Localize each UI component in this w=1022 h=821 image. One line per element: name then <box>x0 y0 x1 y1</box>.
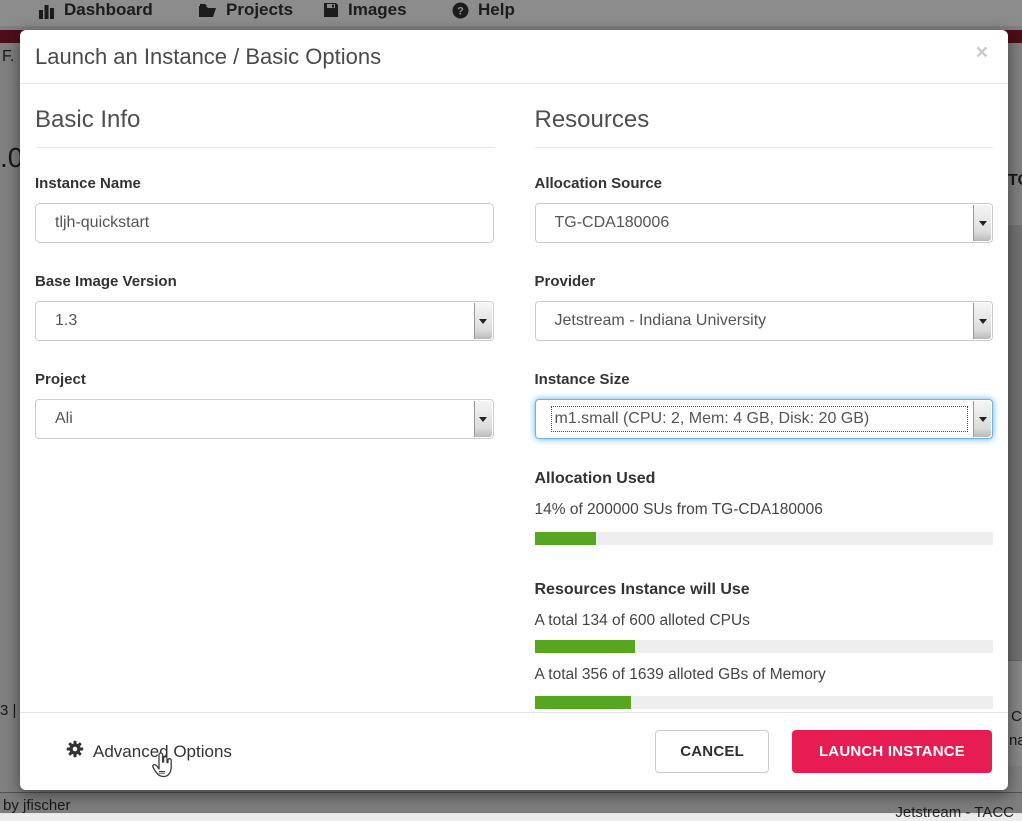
modal-header: Launch an Instance / Basic Options × <box>20 30 1008 84</box>
memory-usage-text: A total 356 of 1639 alloted GBs of Memor… <box>535 666 994 684</box>
allocation-source-select[interactable]: TG-CDA180006 <box>535 203 994 243</box>
selected-value: Ali <box>55 410 73 428</box>
modal-footer: Advanced Options CANCEL LAUNCH INSTANCE <box>20 712 1008 790</box>
allocation-used-heading: Allocation Used <box>535 470 994 488</box>
allocation-used-text: 14% of 200000 SUs from TG-CDA180006 <box>535 501 994 519</box>
cancel-button[interactable]: CANCEL <box>655 730 769 773</box>
resources-column: Resources Allocation Source TG-CDA180006… <box>535 90 994 709</box>
modal-title: Launch an Instance / Basic Options <box>35 44 381 69</box>
project-select[interactable]: Ali <box>35 399 494 439</box>
modal-body: Basic Info Instance Name Base Image Vers… <box>20 84 1008 709</box>
chevron-down-icon <box>474 401 492 437</box>
selected-value: TG-CDA180006 <box>555 214 670 232</box>
close-icon[interactable]: × <box>976 42 988 63</box>
launch-instance-button[interactable]: LAUNCH INSTANCE <box>792 730 992 773</box>
advanced-options-link[interactable]: Advanced Options <box>66 740 232 763</box>
instance-size-select[interactable]: m1.small (CPU: 2, Mem: 4 GB, Disk: 20 GB… <box>535 399 994 439</box>
basic-info-heading: Basic Info <box>35 106 494 148</box>
launch-instance-modal: Launch an Instance / Basic Options × Bas… <box>20 30 1008 790</box>
progress-fill <box>535 640 636 653</box>
advanced-options-label: Advanced Options <box>93 742 232 762</box>
base-image-version-label: Base Image Version <box>35 273 494 290</box>
instance-name-input[interactable] <box>35 203 494 243</box>
base-image-version-select[interactable]: 1.3 <box>35 301 494 341</box>
resources-will-use-heading: Resources Instance will Use <box>535 581 994 599</box>
memory-progressbar <box>535 696 994 709</box>
basic-info-column: Basic Info Instance Name Base Image Vers… <box>35 90 494 709</box>
gear-icon <box>66 740 84 763</box>
instance-size-label: Instance Size <box>535 371 994 388</box>
progress-fill <box>535 532 597 545</box>
selected-value: m1.small (CPU: 2, Mem: 4 GB, Disk: 20 GB… <box>555 410 965 428</box>
progress-fill <box>535 696 631 709</box>
allocation-source-label: Allocation Source <box>535 175 994 192</box>
instance-name-label: Instance Name <box>35 175 494 192</box>
selected-value: 1.3 <box>55 312 77 330</box>
chevron-down-icon <box>973 401 991 437</box>
provider-select[interactable]: Jetstream - Indiana University <box>535 301 994 341</box>
selected-value: Jetstream - Indiana University <box>555 312 767 330</box>
chevron-down-icon <box>973 205 991 241</box>
chevron-down-icon <box>474 303 492 339</box>
chevron-down-icon <box>973 303 991 339</box>
project-label: Project <box>35 371 494 388</box>
allocation-used-progressbar <box>535 532 994 545</box>
resources-heading: Resources <box>535 106 994 148</box>
cpu-usage-text: A total 134 of 600 alloted CPUs <box>535 612 994 630</box>
cpu-progressbar <box>535 640 994 653</box>
provider-label: Provider <box>535 273 994 290</box>
